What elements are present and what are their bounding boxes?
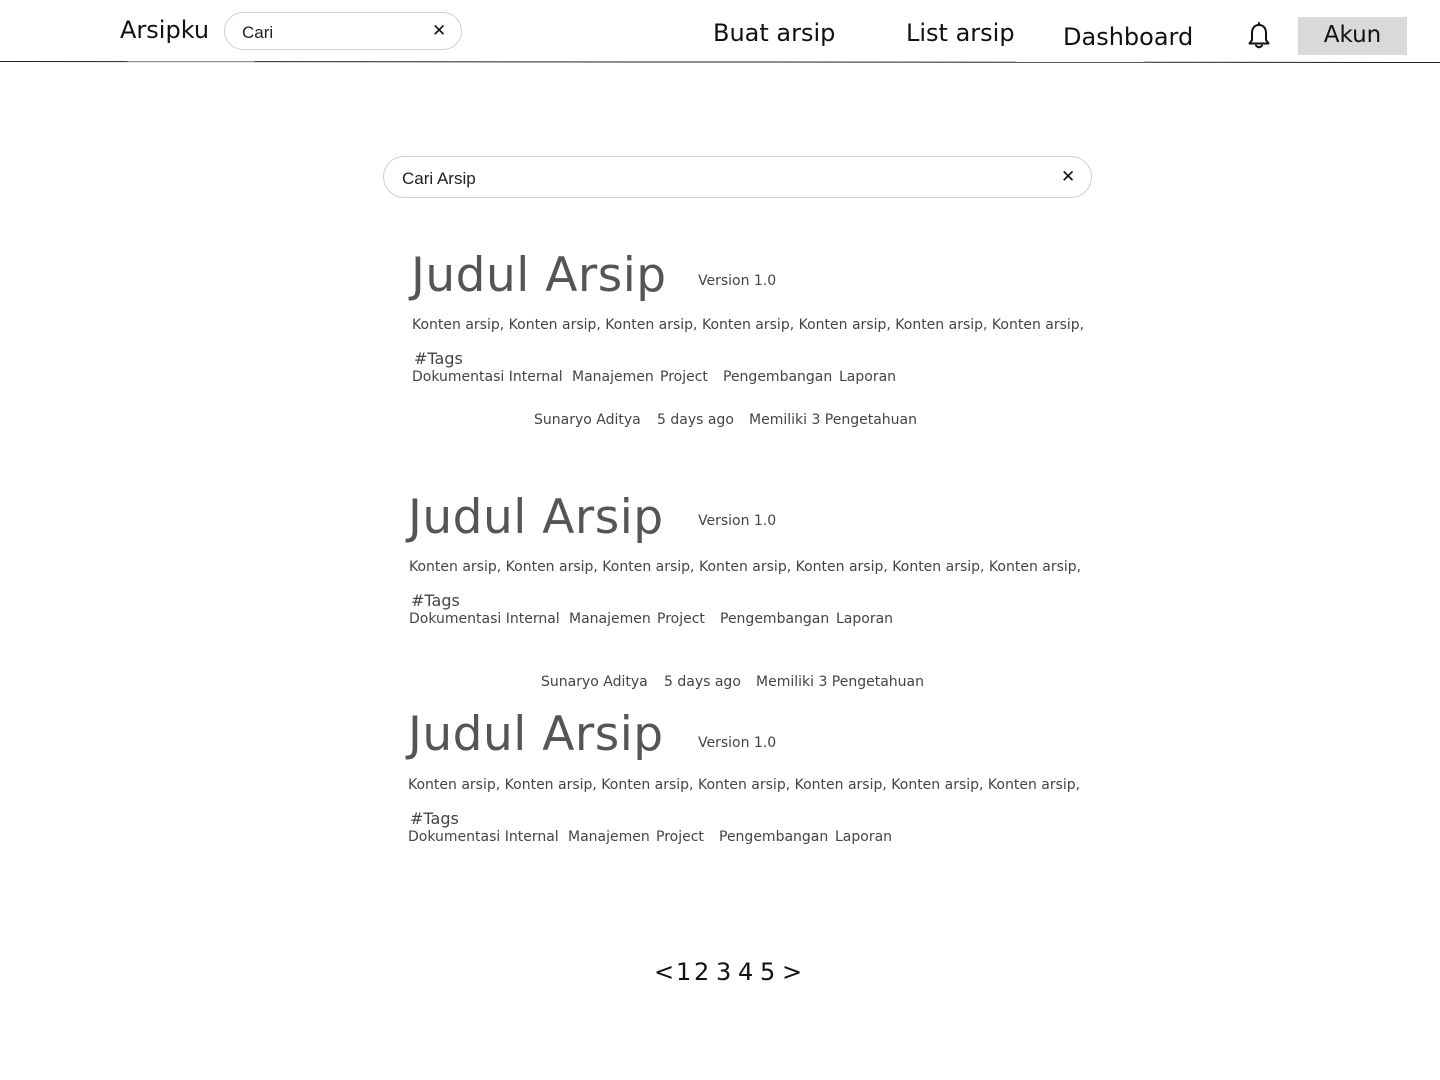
archive-knowledge-count: Memiliki 3 Pengetahuan xyxy=(749,412,917,428)
archive-search-input[interactable] xyxy=(400,167,1024,191)
tag-project[interactable]: Project xyxy=(656,829,704,845)
tags-heading: #Tags xyxy=(411,591,460,610)
archive-author: Sunaryo Aditya xyxy=(541,674,648,690)
tag-laporan[interactable]: Laporan xyxy=(835,829,892,845)
clear-icon[interactable]: ✕ xyxy=(432,23,446,40)
page-2[interactable]: 2 xyxy=(694,958,709,986)
archive-content: Konten arsip, Konten arsip, Konten arsip… xyxy=(409,559,1082,575)
tags-heading: #Tags xyxy=(414,349,463,368)
tag-pengembangan[interactable]: Pengembangan xyxy=(719,829,828,845)
page-prev[interactable]: < xyxy=(654,958,674,986)
header-search-input[interactable] xyxy=(240,21,424,45)
archive-content: Konten arsip, Konten arsip, Konten arsip… xyxy=(408,777,1081,793)
tag-dokumentasi-internal[interactable]: Dokumentasi Internal xyxy=(412,369,563,385)
page-1[interactable]: 1 xyxy=(676,958,691,986)
tag-manajemen[interactable]: Manajemen xyxy=(569,611,651,627)
archive-version: Version 1.0 xyxy=(698,735,777,751)
archive-title[interactable]: Judul Arsip xyxy=(408,490,664,545)
tag-laporan[interactable]: Laporan xyxy=(839,369,896,385)
tags-heading: #Tags xyxy=(410,809,459,828)
archive-version: Version 1.0 xyxy=(698,273,777,289)
nav-dashboard[interactable]: Dashboard xyxy=(1063,23,1193,51)
brand-logo[interactable]: Arsipku xyxy=(120,16,209,44)
bell-icon[interactable] xyxy=(1246,22,1272,50)
header-search-field[interactable]: ✕ xyxy=(224,12,462,50)
archive-title[interactable]: Judul Arsip xyxy=(411,248,667,303)
clear-icon[interactable]: ✕ xyxy=(1061,169,1075,186)
archive-search-field[interactable]: ✕ xyxy=(383,156,1092,198)
tag-dokumentasi-internal[interactable]: Dokumentasi Internal xyxy=(408,829,559,845)
tag-project[interactable]: Project xyxy=(657,611,705,627)
archive-author: Sunaryo Aditya xyxy=(534,412,641,428)
archive-version: Version 1.0 xyxy=(698,513,777,529)
tag-pengembangan[interactable]: Pengembangan xyxy=(720,611,829,627)
archive-time: 5 days ago xyxy=(657,412,734,428)
page-5[interactable]: 5 xyxy=(760,958,775,986)
nav-list-arsip[interactable]: List arsip xyxy=(906,19,1015,47)
archive-title[interactable]: Judul Arsip xyxy=(408,707,664,762)
tag-pengembangan[interactable]: Pengembangan xyxy=(723,369,832,385)
tag-manajemen[interactable]: Manajemen xyxy=(572,369,654,385)
tag-laporan[interactable]: Laporan xyxy=(836,611,893,627)
nav-buat-arsip[interactable]: Buat arsip xyxy=(713,19,835,47)
archive-content: Konten arsip, Konten arsip, Konten arsip… xyxy=(412,317,1085,333)
page-next[interactable]: > xyxy=(782,958,802,986)
archive-knowledge-count: Memiliki 3 Pengetahuan xyxy=(756,674,924,690)
account-button[interactable]: Akun xyxy=(1298,17,1407,55)
tag-dokumentasi-internal[interactable]: Dokumentasi Internal xyxy=(409,611,560,627)
page-3[interactable]: 3 xyxy=(716,958,731,986)
archive-time: 5 days ago xyxy=(664,674,741,690)
page-4[interactable]: 4 xyxy=(738,958,753,986)
tag-project[interactable]: Project xyxy=(660,369,708,385)
header-divider xyxy=(0,61,1440,64)
tag-manajemen[interactable]: Manajemen xyxy=(568,829,650,845)
